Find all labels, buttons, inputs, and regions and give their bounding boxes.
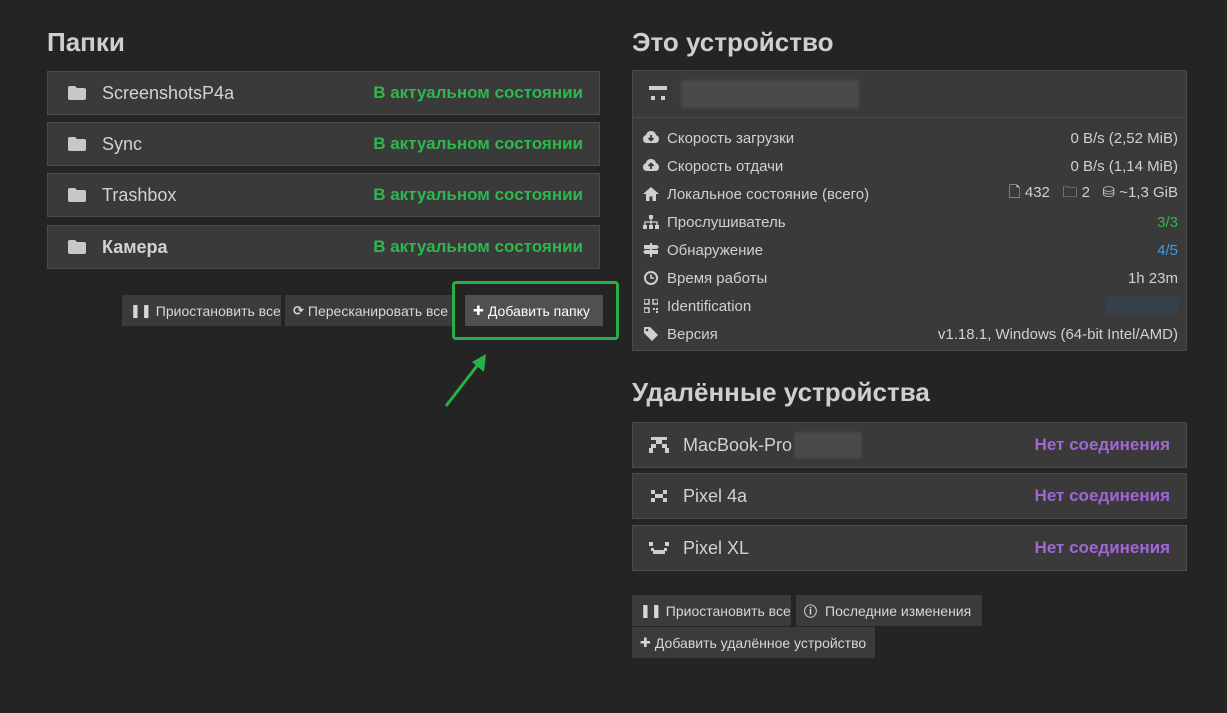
tag-icon <box>643 326 659 342</box>
pause-all-devices-label: Приостановить все <box>665 602 791 619</box>
remote-device-status: Нет соединения <box>1034 486 1170 505</box>
refresh-icon: ⟳ <box>293 302 304 318</box>
add-remote-device-button[interactable]: ✚ Добавить удалённое устройство <box>632 627 875 658</box>
folder-icon <box>68 137 86 151</box>
rescan-all-button[interactable]: ⟳ Пересканировать все <box>285 295 452 326</box>
local-state-label: Локальное состояние (всего) <box>667 185 870 203</box>
folder-status: В актуальном состоянии <box>373 185 583 204</box>
signpost-icon <box>643 242 659 258</box>
folder-row[interactable]: Trashbox В актуальном состоянии <box>47 173 600 217</box>
pause-all-devices-button[interactable]: ❚❚ Приостановить все <box>632 595 791 626</box>
identification-row: Identification <box>633 292 1186 320</box>
files-count: 432 <box>1024 183 1050 201</box>
folder-row[interactable]: Камера В актуальном состоянии <box>47 225 600 269</box>
folder-name: Trashbox <box>102 184 177 205</box>
folder-status: В актуальном состоянии <box>373 134 583 153</box>
device-identicon-icon <box>649 488 669 504</box>
device-identicon-icon <box>649 437 669 453</box>
remote-device-row[interactable]: Pixel 4a Нет соединения <box>632 473 1187 519</box>
remote-device-status: Нет соединения <box>1034 538 1170 557</box>
identification-label: Identification <box>667 297 752 315</box>
upload-rate-label: Скорость отдачи <box>667 157 784 175</box>
pause-icon: ❚❚ <box>640 602 662 618</box>
download-rate-value: 0 B/s (2,52 MiB) <box>1070 129 1178 147</box>
hdd-icon: ⛁ <box>1102 183 1116 201</box>
identification-value-redacted[interactable] <box>1106 297 1178 316</box>
folder-status: В актуальном состоянии <box>373 237 583 256</box>
size-value: ~1,3 GiB <box>1119 183 1178 201</box>
discovery-label: Обнаружение <box>667 241 764 259</box>
uptime-value: 1h 23m <box>1127 269 1178 287</box>
remote-device-name: MacBook-Pro <box>683 434 793 455</box>
this-device-panel: Скорость загрузки 0 B/s (2,52 MiB) Скоро… <box>632 70 1187 351</box>
clock-icon <box>643 270 659 286</box>
remote-devices-title: Удалённые устройства <box>632 377 930 407</box>
plus-icon: ✚ <box>473 302 484 318</box>
discovery-value[interactable]: 4/5 <box>1157 242 1178 259</box>
remote-device-row[interactable]: Pixel XL Нет соединения <box>632 525 1187 571</box>
remote-device-name: Pixel XL <box>683 537 750 558</box>
arrow-annotation-icon <box>444 354 486 407</box>
remote-device-name: Pixel 4a <box>683 485 748 506</box>
discovery-row: Обнаружение 4/5 <box>633 236 1186 264</box>
upload-rate-value: 0 B/s (1,14 MiB) <box>1070 157 1178 175</box>
local-state-value: 🗋 432 🗀 2 ⛁ ~1,3 GiB <box>1009 182 1178 207</box>
listener-row: Прослушиватель 3/3 <box>633 208 1186 236</box>
device-name-redacted <box>794 432 863 458</box>
this-device-header[interactable] <box>633 71 1186 118</box>
folder-status: В актуальном состоянии <box>373 83 583 102</box>
folder-row[interactable]: Sync В актуальном состоянии <box>47 122 600 166</box>
pause-all-folders-button[interactable]: ❚❚ Приостановить все <box>122 295 281 326</box>
recent-changes-label: Последние изменения <box>825 602 972 619</box>
cloud-download-icon <box>643 130 659 146</box>
qrcode-icon <box>643 298 659 314</box>
recent-changes-button[interactable]: ⓘ Последние изменения <box>796 595 982 626</box>
folder-icon <box>68 86 86 100</box>
download-rate-row: Скорость загрузки 0 B/s (2,52 MiB) <box>633 124 1186 152</box>
device-identicon-icon <box>649 84 667 105</box>
this-device-title: Это устройство <box>632 27 834 57</box>
remote-device-row[interactable]: MacBook-Pro Нет соединения <box>632 422 1187 468</box>
plus-icon: ✚ <box>640 634 651 650</box>
folder-icon <box>68 240 86 254</box>
local-state-row: Локальное состояние (всего) 🗋 432 🗀 2 ⛁ … <box>633 180 1186 208</box>
download-rate-label: Скорость загрузки <box>667 129 795 147</box>
add-folder-label: Добавить папку <box>487 302 590 319</box>
folder-name: ScreenshotsP4a <box>102 82 235 103</box>
version-value: v1.18.1, Windows (64-bit Intel/AMD) <box>937 325 1178 343</box>
uptime-row: Время работы 1h 23m <box>633 264 1186 292</box>
folders-title: Папки <box>47 27 125 57</box>
remote-device-status: Нет соединения <box>1034 435 1170 454</box>
device-identicon-icon <box>649 540 669 556</box>
file-icon: 🗋 <box>1008 183 1021 201</box>
folder-icon <box>68 188 86 202</box>
pause-all-label: Приостановить все <box>155 302 281 319</box>
listener-value[interactable]: 3/3 <box>1157 214 1178 231</box>
folder-name: Sync <box>102 133 143 154</box>
sitemap-icon <box>643 214 659 230</box>
dirs-count: 2 <box>1081 183 1090 201</box>
rescan-all-label: Пересканировать все <box>307 302 449 319</box>
device-name-redacted <box>681 80 859 108</box>
folder-outline-icon: 🗀 <box>1062 183 1078 201</box>
home-icon <box>643 186 659 202</box>
folder-row[interactable]: ScreenshotsP4a В актуальном состоянии <box>47 71 600 115</box>
cloud-upload-icon <box>643 158 659 174</box>
uptime-label: Время работы <box>667 269 768 287</box>
listener-label: Прослушиватель <box>667 213 786 231</box>
version-row: Версия v1.18.1, Windows (64-bit Intel/AM… <box>633 320 1186 348</box>
pause-icon: ❚❚ <box>130 302 152 318</box>
upload-rate-row: Скорость отдачи 0 B/s (1,14 MiB) <box>633 152 1186 180</box>
folder-name: Камера <box>102 236 168 257</box>
version-label: Версия <box>667 325 718 343</box>
add-remote-device-label: Добавить удалённое устройство <box>654 634 867 651</box>
info-icon: ⓘ <box>804 604 818 619</box>
add-folder-button[interactable]: ✚ Добавить папку <box>465 295 603 326</box>
